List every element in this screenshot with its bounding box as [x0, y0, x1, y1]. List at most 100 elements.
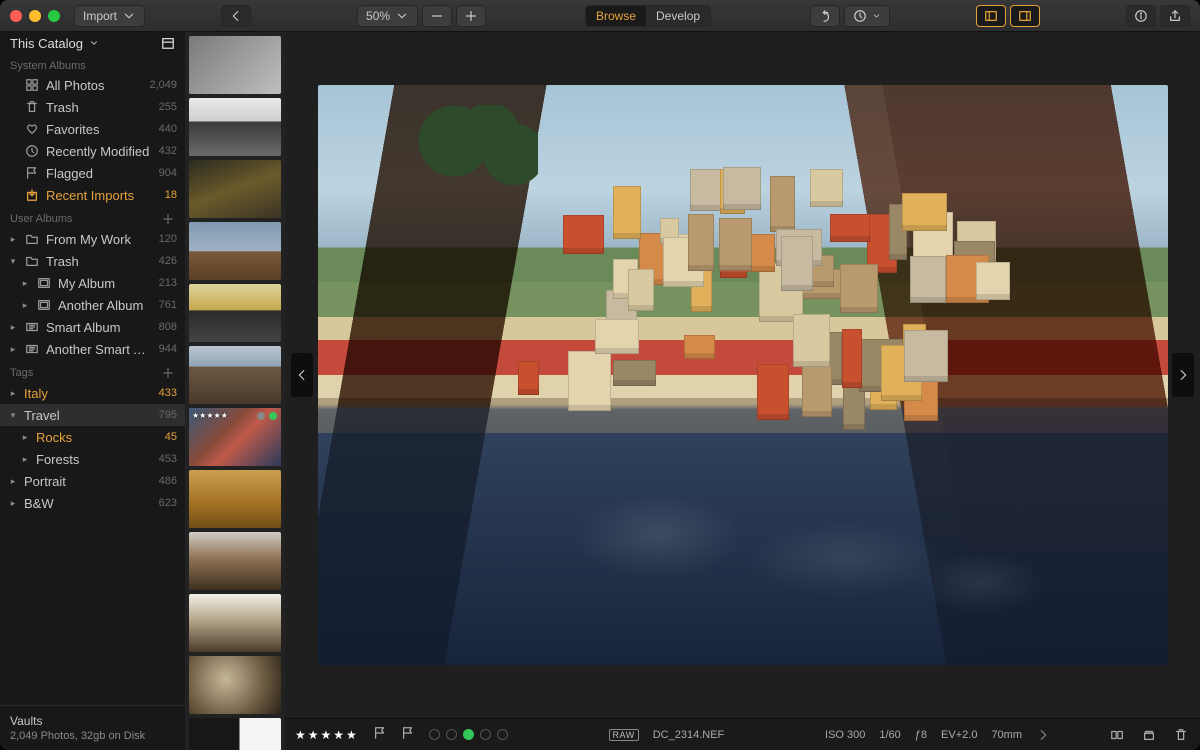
viewer: ★★★★★ RAW DC_2314.NEF ISO 300 1/60 ƒ8 EV…	[285, 32, 1200, 750]
tag-rocks[interactable]: ▸Rocks45	[0, 426, 185, 448]
import-label: Import	[83, 9, 117, 23]
heart-icon	[25, 122, 39, 136]
flag-filled-icon	[373, 726, 387, 740]
clock-icon	[25, 144, 39, 158]
plus-icon	[464, 9, 478, 23]
add-album-button[interactable]	[161, 212, 175, 226]
share-button[interactable]	[1160, 5, 1190, 27]
add-tag-button[interactable]	[161, 366, 175, 380]
flag-rejected[interactable]	[401, 726, 415, 743]
filmstrip: ★★★★★	[185, 32, 285, 750]
main-photo	[318, 85, 1168, 665]
panel-left-button[interactable]	[976, 5, 1006, 27]
catalog-selector[interactable]: This Catalog	[0, 32, 185, 54]
zoom-in-button[interactable]	[456, 5, 486, 27]
filmstrip-thumb[interactable]	[189, 36, 281, 94]
zoom-dropdown[interactable]: 50%	[357, 5, 418, 27]
minimize-window[interactable]	[29, 10, 41, 22]
chevron-right-icon[interactable]	[1036, 728, 1050, 742]
album-icon	[37, 298, 51, 312]
info-button[interactable]	[1126, 5, 1156, 27]
filmstrip-thumb[interactable]	[189, 98, 281, 156]
filmstrip-thumb[interactable]	[189, 160, 281, 218]
sidebar-item-recently-modified[interactable]: Recently Modified432	[0, 140, 185, 162]
catalog-label: This Catalog	[10, 36, 83, 51]
ev-value: EV+2.0	[941, 729, 977, 741]
user-albums-header: User Albums	[0, 206, 185, 228]
zoom-window[interactable]	[48, 10, 60, 22]
filmstrip-thumb[interactable]	[189, 656, 281, 714]
info-icon	[1134, 9, 1148, 23]
sidebar-item-smart-album[interactable]: ▸Smart Album808	[0, 316, 185, 338]
delete-button[interactable]	[1172, 726, 1190, 744]
filmstrip-thumb[interactable]	[189, 346, 281, 404]
filmstrip-thumb[interactable]	[189, 532, 281, 590]
sidebar: This Catalog System Albums All Photos2,0…	[0, 32, 185, 750]
folder-icon	[25, 232, 39, 246]
zoom-out-button[interactable]	[422, 5, 452, 27]
panel-right-button[interactable]	[1010, 5, 1040, 27]
viewer-canvas[interactable]	[285, 32, 1200, 718]
compare-button[interactable]	[1108, 726, 1126, 744]
undo-icon	[818, 9, 832, 23]
panel-left-icon	[984, 9, 998, 23]
sidebar-item-flagged[interactable]: Flagged904	[0, 162, 185, 184]
tag-italy[interactable]: ▸Italy433	[0, 382, 185, 404]
chevron-right-icon	[1176, 368, 1190, 382]
trash-icon	[1174, 728, 1188, 742]
next-photo-button[interactable]	[1172, 353, 1194, 397]
prev-photo-button[interactable]	[291, 353, 313, 397]
stack-button[interactable]	[1140, 726, 1158, 744]
filmstrip-thumb[interactable]	[189, 470, 281, 528]
tag-forests[interactable]: ▸Forests453	[0, 448, 185, 470]
flag-picked[interactable]	[373, 726, 387, 743]
sidebar-item-favorites[interactable]: Favorites440	[0, 118, 185, 140]
sidebar-item-another-smart-a-[interactable]: ▸Another Smart A…944	[0, 338, 185, 360]
color-label-dot[interactable]	[463, 729, 474, 740]
filmstrip-thumb[interactable]	[189, 284, 281, 342]
color-label-dot[interactable]	[480, 729, 491, 740]
tag-b-w[interactable]: ▸B&W623	[0, 492, 185, 514]
vaults-footer[interactable]: Vaults 2,049 Photos, 32gb on Disk	[0, 705, 185, 750]
thumb-rating: ★★★★★	[192, 411, 228, 420]
calendar-icon[interactable]	[161, 36, 175, 50]
history-button[interactable]	[844, 5, 890, 27]
mode-tabs: Browse Develop	[585, 5, 711, 27]
tab-browse[interactable]: Browse	[586, 6, 646, 26]
clock-icon	[853, 9, 867, 23]
vaults-summary: 2,049 Photos, 32gb on Disk	[10, 730, 175, 742]
sidebar-item-trash[interactable]: ▾Trash426	[0, 250, 185, 272]
undo-button[interactable]	[810, 5, 840, 27]
color-label-dot[interactable]	[446, 729, 457, 740]
sidebar-item-trash[interactable]: Trash255	[0, 96, 185, 118]
sidebar-item-my-album[interactable]: ▸My Album213	[0, 272, 185, 294]
color-label-dot[interactable]	[429, 729, 440, 740]
color-label-dot[interactable]	[497, 729, 508, 740]
tab-develop[interactable]: Develop	[646, 6, 710, 26]
chevron-down-icon	[395, 9, 409, 23]
raw-badge: RAW	[609, 729, 639, 741]
rating-stars[interactable]: ★★★★★	[295, 728, 359, 742]
album-icon	[37, 276, 51, 290]
filmstrip-thumb[interactable]	[189, 718, 281, 750]
app-window: Import 50% Browse Develop	[0, 0, 1200, 750]
close-window[interactable]	[10, 10, 22, 22]
filmstrip-thumb[interactable]: ★★★★★	[189, 408, 281, 466]
grid-icon	[25, 78, 39, 92]
import-button[interactable]: Import	[74, 5, 145, 27]
vaults-label: Vaults	[10, 714, 175, 728]
sidebar-item-all-photos[interactable]: All Photos2,049	[0, 74, 185, 96]
filmstrip-thumb[interactable]	[189, 594, 281, 652]
tag-travel[interactable]: ▾Travel795	[0, 404, 185, 426]
chevron-left-icon	[295, 368, 309, 382]
sidebar-item-another-album[interactable]: ▸Another Album761	[0, 294, 185, 316]
sidebar-item-recent-imports[interactable]: Recent Imports18	[0, 184, 185, 206]
sidebar-item-from-my-work[interactable]: ▸From My Work120	[0, 228, 185, 250]
back-button[interactable]	[221, 5, 251, 27]
tag-portrait[interactable]: ▸Portrait486	[0, 470, 185, 492]
chevron-left-icon	[229, 9, 243, 23]
filmstrip-thumb[interactable]	[189, 222, 281, 280]
panel-right-icon	[1018, 9, 1032, 23]
chevron-down-icon	[872, 9, 881, 23]
system-albums-header: System Albums	[0, 54, 185, 74]
